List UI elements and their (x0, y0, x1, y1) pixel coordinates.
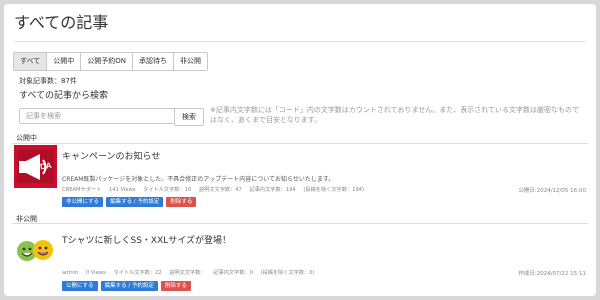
app-window: すべての記事 すべて 公開中 公開予約ON 承認待ち 非公開 対象記事数：87件… (4, 4, 596, 296)
post-body-length: 記事内文字数：194 (249, 187, 296, 193)
tab-pending-approval[interactable]: 承認待ち (133, 53, 174, 70)
search-heading: すべての記事から検索 (19, 91, 109, 101)
edit-schedule-button[interactable]: 編集する / 予約設定 (100, 281, 158, 291)
delete-button[interactable]: 削除する (166, 197, 197, 207)
post-body-length-excl: (投稿を除く文字数：0) (260, 270, 315, 276)
post-actions: 公開にする 編集する / 予約設定 削除する (62, 281, 191, 291)
post-count-label: 対象記事数： (19, 77, 61, 85)
status-tabs: すべて 公開中 公開予約ON 承認待ち 非公開 (13, 52, 208, 71)
post-title-length: タイトル文字数：16 (143, 187, 192, 193)
smiley-faces-icon[interactable] (14, 231, 57, 274)
post-title-length: タイトル文字数：22 (113, 270, 162, 276)
post-date: 作成日:2024/07/22 15:11 (518, 271, 586, 277)
title-divider (14, 41, 586, 42)
post-desc-length: 説明文文字数： (169, 270, 206, 276)
post-body-length: 記事内文字数：0 (213, 270, 253, 276)
tab-published[interactable]: 公開中 (47, 53, 82, 70)
post-description: CREAM既製パッケージを対象とした、不具合修正のアップデート内容についてお知ら… (62, 176, 335, 183)
post-views: 141 Views (108, 187, 136, 193)
post-actions: 非公開にする 編集する / 予約設定 削除する (62, 197, 197, 207)
post-author: admin (62, 270, 79, 276)
tab-scheduled[interactable]: 公開予約ON (81, 53, 133, 70)
post-count-value: 87件 (61, 77, 77, 85)
post-author: CREAMサポート (62, 187, 102, 193)
post-meta: admin 0 Views タイトル文字数：22 説明文文字数： 記事内文字数：… (62, 269, 321, 276)
post-views: 0 Views (85, 270, 106, 276)
section-divider (12, 223, 588, 224)
post-count: 対象記事数：87件 (19, 76, 77, 86)
publish-button[interactable]: 公開にする (62, 281, 98, 291)
tab-all[interactable]: すべて (14, 53, 48, 70)
post-date: 公開日:2024/12/05 16:00 (518, 188, 586, 194)
unpublish-button[interactable]: 非公開にする (62, 197, 104, 207)
tab-private[interactable]: 非公開 (174, 53, 207, 70)
post-title[interactable]: Tシャツに新しくSS・XXLサイズが登場！ (62, 233, 231, 246)
post-title[interactable]: キャンペーンのお知らせ (62, 149, 160, 162)
delete-button[interactable]: 削除する (160, 281, 191, 291)
post-desc-length: 説明文文字数：47 (198, 187, 242, 193)
megaphone-update-icon[interactable]: UPDA (14, 145, 57, 188)
page-title: すべての記事 (14, 13, 109, 32)
post-body-length-excl: (投稿を除く文字数：194) (303, 187, 365, 193)
section-label-published: 公開中 (16, 134, 37, 142)
post-meta: CREAMサポート 141 Views タイトル文字数：16 説明文文字数：47… (62, 186, 370, 193)
edit-schedule-button[interactable]: 編集する / 予約設定 (106, 197, 164, 207)
section-divider (12, 143, 588, 144)
search-note: ※記事内文字数には「コード」内の文字数はカウントされておりません。また、表示され… (210, 106, 580, 124)
search-input[interactable] (19, 108, 183, 124)
search-button[interactable]: 検索 (174, 108, 204, 126)
